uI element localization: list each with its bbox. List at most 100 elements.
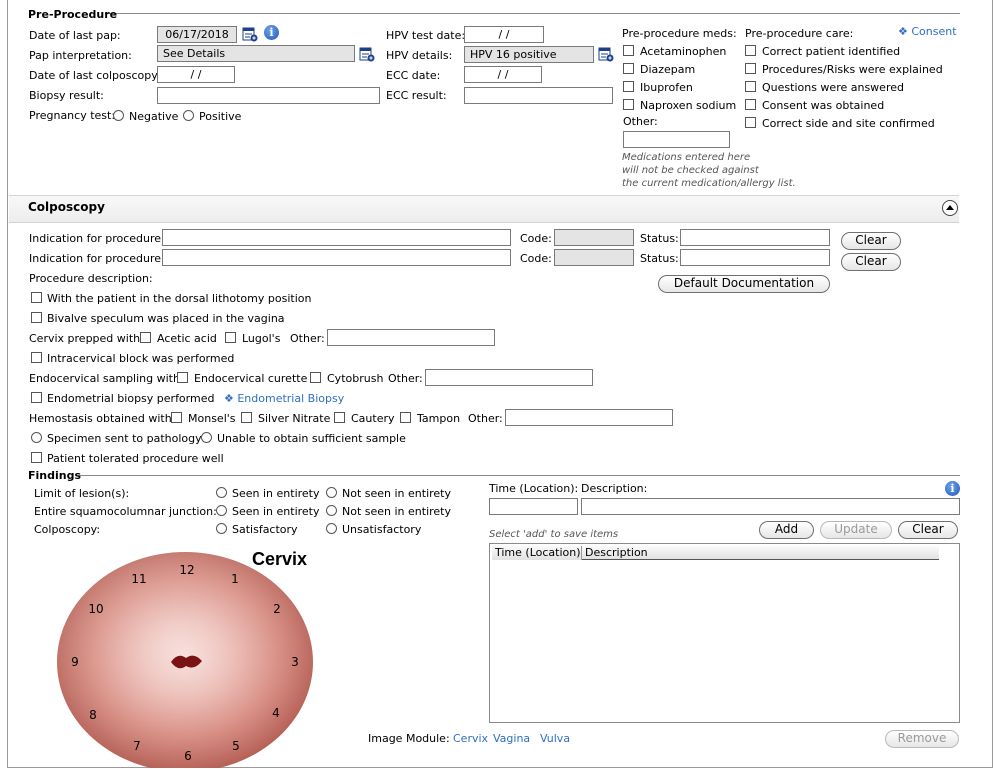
med-diazepam-checkbox[interactable] (623, 63, 634, 74)
hpv-details-label: HPV details: (386, 49, 453, 62)
specimen-sent-radio[interactable] (31, 432, 42, 443)
sampling-other-field[interactable] (425, 369, 593, 386)
tampon-checkbox[interactable] (400, 412, 411, 423)
details-edit-icon[interactable] (359, 46, 375, 62)
collapse-icon[interactable] (942, 200, 958, 216)
endocervical-curette-checkbox[interactable] (177, 372, 188, 383)
endometrial-biopsy-checkbox[interactable] (31, 392, 42, 403)
clock-5[interactable]: 5 (232, 739, 240, 753)
clock-6[interactable]: 6 (184, 749, 192, 763)
hpv-details-field[interactable]: HPV 16 positive (464, 46, 594, 63)
procedure-description-label: Procedure description: (29, 272, 153, 285)
code-1-field (554, 229, 634, 246)
satisfactory-radio[interactable] (216, 523, 227, 534)
biopsy-result-field[interactable] (157, 87, 380, 104)
status-1-field[interactable] (680, 229, 830, 246)
save-hint: Select 'add' to save items (489, 529, 619, 540)
findings-divider (78, 475, 960, 476)
unsatisfactory-radio[interactable] (326, 523, 337, 534)
cervix-diagram[interactable]: Cervix 12 1 2 3 4 5 6 7 8 9 10 11 (40, 540, 340, 768)
clock-4[interactable]: 4 (272, 706, 280, 720)
indication-2-field[interactable] (162, 249, 511, 266)
date-last-colposcopy-field[interactable]: / / (157, 66, 235, 83)
silver-nitrate-checkbox[interactable] (241, 412, 252, 423)
image-link-vulva[interactable]: Vulva (540, 732, 570, 745)
findings-list[interactable]: Time (Location) Description (489, 543, 960, 723)
hpv-test-date-field[interactable]: / / (464, 26, 544, 43)
med-diazepam-label: Diazepam (640, 63, 696, 76)
squamo-not-seen-radio[interactable] (326, 505, 337, 516)
indication-1-field[interactable] (162, 229, 511, 246)
care-questions-answered-checkbox[interactable] (745, 81, 756, 92)
intracervical-block-label: Intracervical block was performed (47, 352, 235, 365)
limit-seen-radio[interactable] (216, 487, 227, 498)
acetic-acid-checkbox[interactable] (140, 332, 151, 343)
dorsal-position-checkbox[interactable] (31, 292, 42, 303)
clock-3[interactable]: 3 (291, 655, 299, 669)
clock-9[interactable]: 9 (71, 655, 79, 669)
image-link-cervix[interactable]: Cervix (453, 732, 488, 745)
hemostasis-other-field[interactable] (505, 409, 673, 426)
indication-1-label: Indication for procedure: (29, 232, 165, 245)
hpv-test-date-label: HPV test date: (386, 29, 466, 42)
med-acetaminophen-checkbox[interactable] (623, 45, 634, 56)
cautery-label: Cautery (351, 412, 395, 425)
diamond-icon: ❖ (898, 25, 912, 38)
clock-10[interactable]: 10 (88, 602, 103, 616)
clear-indication-1-button[interactable]: Clear (841, 232, 901, 250)
calendar-edit-icon[interactable] (242, 26, 258, 42)
pap-interpretation-field[interactable]: See Details (157, 45, 355, 62)
cautery-checkbox[interactable] (334, 412, 345, 423)
care-consent-obtained-checkbox[interactable] (745, 99, 756, 110)
description-field[interactable] (581, 498, 960, 515)
info-icon[interactable]: i (264, 25, 279, 40)
time-location-field[interactable] (489, 498, 578, 515)
squamo-seen-radio[interactable] (216, 505, 227, 516)
status-2-field[interactable] (680, 249, 830, 266)
column-header-time[interactable]: Time (Location) (492, 546, 582, 560)
acetic-acid-label: Acetic acid (157, 332, 217, 345)
clock-12[interactable]: 12 (179, 563, 194, 577)
limit-not-seen-radio[interactable] (326, 487, 337, 498)
endometrial-biopsy-link[interactable]: ❖ Endometrial Biopsy (224, 392, 344, 405)
care-risks-explained-checkbox[interactable] (745, 63, 756, 74)
care-side-site-checkbox[interactable] (745, 117, 756, 128)
clock-8[interactable]: 8 (89, 708, 97, 722)
column-header-description[interactable]: Description (582, 546, 939, 560)
monsels-checkbox[interactable] (171, 412, 182, 423)
tampon-label: Tampon (417, 412, 461, 425)
pregnancy-test-label: Pregnancy test: (29, 109, 116, 122)
default-documentation-button[interactable]: Default Documentation (658, 275, 830, 293)
ecc-date-label: ECC date: (386, 69, 441, 82)
remove-button[interactable]: Remove (885, 730, 959, 748)
clock-1[interactable]: 1 (231, 572, 239, 586)
lugols-checkbox[interactable] (225, 332, 236, 343)
clock-11[interactable]: 11 (131, 572, 146, 586)
intracervical-block-checkbox[interactable] (31, 352, 42, 363)
unable-sample-radio[interactable] (201, 432, 212, 443)
clear-findings-button[interactable]: Clear (898, 521, 958, 539)
meds-other-field[interactable] (623, 131, 730, 148)
hpv-details-edit-icon[interactable] (598, 46, 614, 62)
add-button[interactable]: Add (759, 521, 814, 539)
date-last-pap-field[interactable]: 06/17/2018 (157, 26, 237, 43)
clear-indication-2-button[interactable]: Clear (841, 253, 901, 271)
consent-link[interactable]: ❖ Consent (898, 25, 957, 38)
image-link-vagina[interactable]: Vagina (493, 732, 530, 745)
patient-tolerated-checkbox[interactable] (31, 452, 42, 463)
clock-2[interactable]: 2 (273, 602, 281, 616)
ecc-date-field[interactable]: / / (464, 66, 542, 83)
bivalve-speculum-checkbox[interactable] (31, 312, 42, 323)
pregnancy-positive-radio[interactable] (183, 110, 194, 121)
care-patient-identified-checkbox[interactable] (745, 45, 756, 56)
med-naproxen-checkbox[interactable] (623, 99, 634, 110)
update-button[interactable]: Update (820, 521, 892, 539)
ecc-result-field[interactable] (464, 87, 613, 104)
cytobrush-checkbox[interactable] (310, 372, 321, 383)
prepped-other-field[interactable] (327, 329, 495, 346)
clock-7[interactable]: 7 (133, 739, 141, 753)
patient-tolerated-label: Patient tolerated procedure well (47, 452, 224, 465)
pregnancy-negative-radio[interactable] (113, 110, 124, 121)
info-icon[interactable]: i (945, 481, 960, 496)
med-ibuprofen-checkbox[interactable] (623, 81, 634, 92)
